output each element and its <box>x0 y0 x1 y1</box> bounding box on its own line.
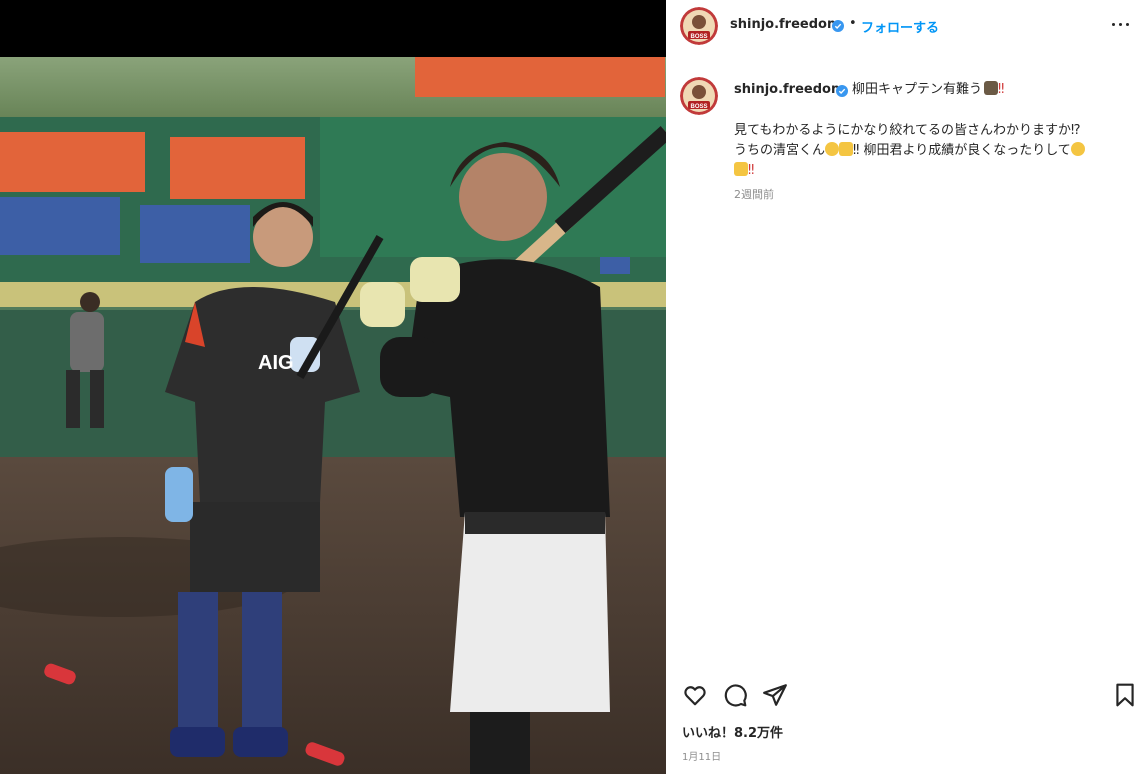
action-bar <box>666 678 1145 712</box>
boss-avatar-icon: BOSS <box>680 77 718 115</box>
more-options-icon[interactable] <box>1111 14 1131 34</box>
caption-line: ‼ <box>734 161 1134 181</box>
caption-line-text: うちの清宮くん <box>734 143 826 158</box>
grin-emoji-icon <box>825 142 840 156</box>
jersey-logo: AIG <box>258 352 294 374</box>
verified-badge-icon <box>832 20 844 32</box>
svg-text:BOSS: BOSS <box>690 104 707 110</box>
exclamation-mark: ‼ <box>998 82 1005 97</box>
caption-line: うちの清宮くん ‼ 柳田君より成績が良くなったりして <box>734 141 1134 161</box>
svg-text:BOSS: BOSS <box>690 34 707 40</box>
like-count[interactable]: いいね！8.2万件 <box>682 722 783 741</box>
caption-avatar[interactable]: BOSS <box>680 77 718 115</box>
caption-line: 見てもわかるようにかなり絞れてるの皆さんわかりますか⁉ <box>734 123 1081 138</box>
post-header: BOSS shinjo.freedom • フォローする <box>666 0 1145 52</box>
avatar[interactable]: BOSS <box>680 7 718 45</box>
separator-dot: • <box>849 16 857 31</box>
username-link[interactable]: shinjo.freedom <box>730 17 841 32</box>
caption-first-line: 柳田キャプテン有難う ‼ <box>852 80 1004 99</box>
verified-badge-icon <box>836 85 848 97</box>
exclamation-mark: ‼ <box>748 163 755 178</box>
thumbs-up-emoji-icon <box>839 142 854 156</box>
post-date[interactable]: 1月11日 <box>682 748 721 763</box>
post-photo[interactable]: AIG <box>0 57 666 774</box>
caption-timestamp[interactable]: 2週間前 <box>734 186 774 202</box>
caption-username[interactable]: shinjo.freedom <box>734 82 845 97</box>
caption-body: 見てもわかるようにかなり絞れてるの皆さんわかりますか⁉ うちの清宮くん ‼ 柳田君… <box>734 121 1134 181</box>
caption-line-text: ‼ 柳田君より成績が良くなったりして <box>853 143 1071 158</box>
baseball-practice-photo: AIG <box>0 57 666 774</box>
post-media: AIG <box>0 0 666 774</box>
comment-icon[interactable] <box>722 682 748 708</box>
heart-icon[interactable] <box>682 682 708 708</box>
boss-avatar-icon: BOSS <box>680 7 718 45</box>
caption-first-line-text: 柳田キャプテン有難う <box>852 82 983 97</box>
bookmark-icon[interactable] <box>1112 682 1138 708</box>
emoji-icon <box>984 81 999 95</box>
follow-button[interactable]: フォローする <box>861 17 939 36</box>
megaphone-emoji-icon <box>734 162 748 176</box>
paper-plane-icon[interactable] <box>762 682 788 708</box>
laughing-emoji-icon <box>1070 142 1085 156</box>
post-sidebar: BOSS shinjo.freedom • フォローする BOSS shinjo… <box>666 0 1145 774</box>
